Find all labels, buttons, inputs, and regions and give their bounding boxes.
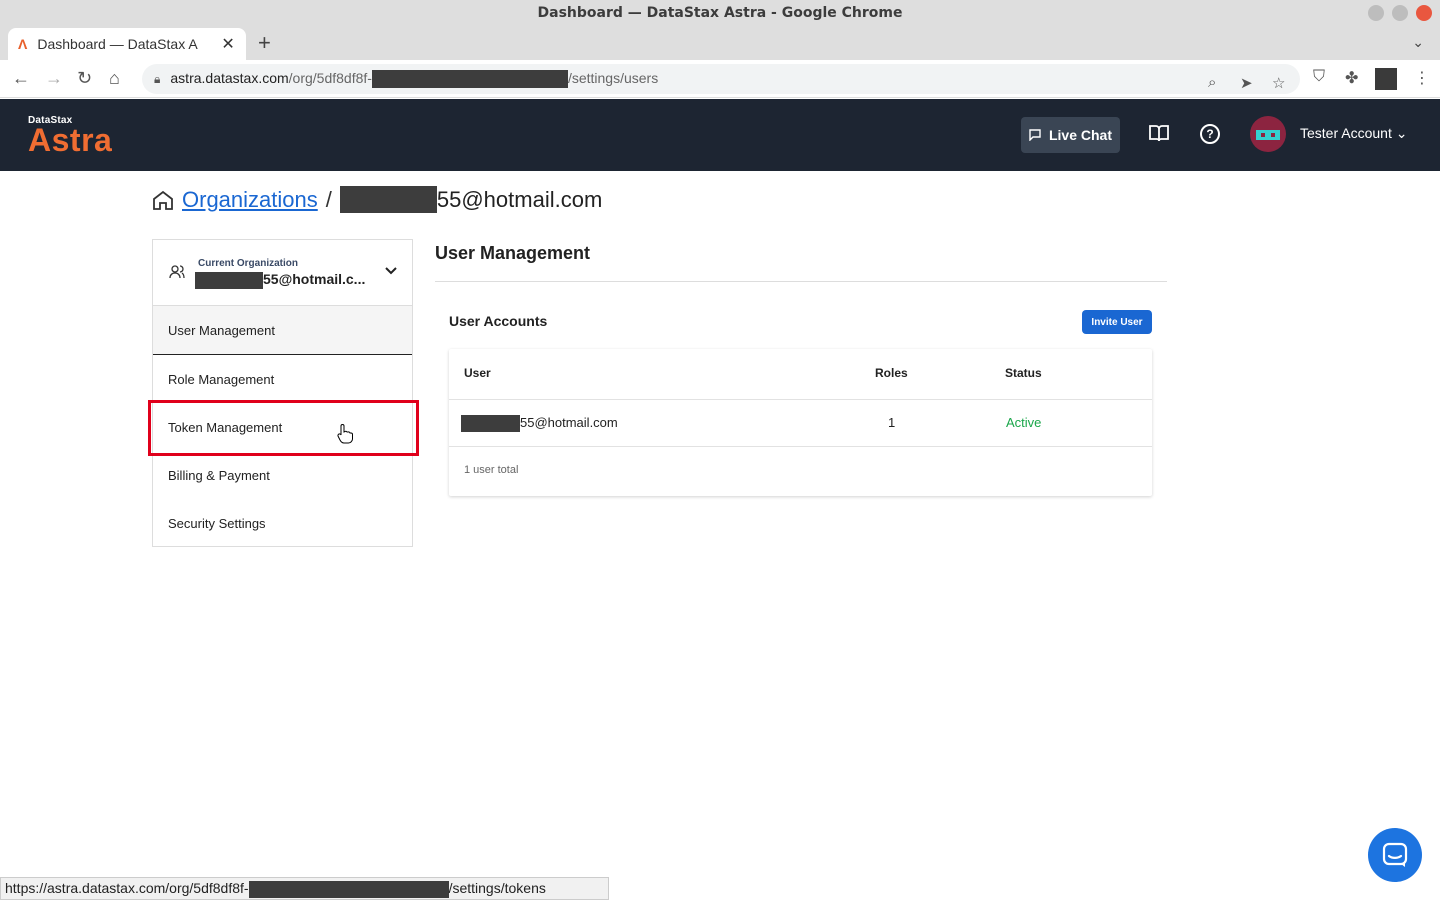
- minimize-button[interactable]: [1368, 5, 1384, 21]
- page-title: User Management: [435, 243, 591, 263]
- home-icon[interactable]: ⌂: [109, 68, 120, 89]
- column-header-roles[interactable]: Roles: [875, 366, 908, 380]
- window-titlebar: Dashboard — DataStax Astra - Google Chro…: [0, 0, 1440, 26]
- column-header-status[interactable]: Status: [1005, 366, 1042, 380]
- lock-icon: 🔒︎: [154, 71, 161, 86]
- tab-close-icon[interactable]: ✕: [221, 34, 234, 54]
- window-title: Dashboard — DataStax Astra - Google Chro…: [537, 5, 903, 21]
- sidebar-item-billing-payment[interactable]: Billing & Payment: [153, 451, 412, 499]
- user-total-count: 1 user total: [464, 464, 519, 476]
- docs-book-icon[interactable]: [1149, 124, 1169, 148]
- zoom-icon[interactable]: ⌕: [1208, 74, 1216, 91]
- app-header: DataStax Astra Live Chat ? Tester Accoun…: [0, 99, 1440, 171]
- astra-logo[interactable]: DataStax Astra: [28, 115, 112, 156]
- users-table: User Roles Status 55@hotmail.com 1 Activ…: [449, 349, 1152, 496]
- sidebar-item-role-management[interactable]: Role Management: [153, 355, 412, 403]
- avatar[interactable]: [1250, 116, 1286, 152]
- puzzle-extensions-icon[interactable]: ✤: [1345, 68, 1358, 88]
- link-preview-statusbar: https://astra.datastax.com/org/5df8df8f-…: [0, 877, 609, 900]
- address-bar: ← → ↻ ⌂ 🔒︎ astra.datastax.com/org/5df8df…: [0, 60, 1440, 98]
- redacted-block: [371, 70, 568, 89]
- live-chat-button[interactable]: Live Chat: [1021, 117, 1120, 153]
- sidebar-item-user-management[interactable]: User Management: [153, 306, 412, 355]
- organizations-link[interactable]: Organizations: [182, 187, 318, 213]
- astra-favicon-icon: Λ: [18, 36, 28, 52]
- org-name: 55@hotmail.c...: [195, 271, 365, 289]
- roles-cell: 1: [888, 415, 896, 430]
- reload-icon[interactable]: ↻: [77, 68, 92, 89]
- breadcrumb-current-org: 55@hotmail.com: [436, 186, 603, 212]
- user-email-cell: 55@hotmail.com: [461, 415, 618, 433]
- chrome-menu-icon[interactable]: ⋮: [1414, 68, 1430, 88]
- send-icon[interactable]: ➤: [1240, 74, 1253, 92]
- settings-sidebar: Current Organization 55@hotmail.c... Use…: [152, 239, 413, 547]
- row-divider: [449, 446, 1152, 447]
- chevron-down-icon[interactable]: [384, 264, 398, 278]
- redacted-block: [339, 186, 437, 213]
- tab-search-chevron-icon[interactable]: ⌄: [1412, 34, 1424, 51]
- org-selector[interactable]: Current Organization 55@hotmail.c...: [153, 240, 412, 306]
- tab-strip: Λ Dashboard — DataStax A ✕ + ⌄: [0, 26, 1440, 60]
- bookmark-star-icon[interactable]: ☆: [1272, 74, 1285, 92]
- back-icon[interactable]: ←: [12, 68, 30, 89]
- chat-icon: [1382, 842, 1408, 867]
- url-text: astra.datastax.com/org/5df8df8f-/setting…: [170, 70, 658, 89]
- org-caption: Current Organization: [198, 258, 299, 269]
- close-window-button[interactable]: [1416, 5, 1432, 21]
- highlight-box: [148, 400, 419, 456]
- tab-title: Dashboard — DataStax A: [37, 36, 198, 52]
- title-divider: [435, 281, 1167, 282]
- account-menu[interactable]: Tester Account ⌄: [1300, 125, 1407, 142]
- help-icon[interactable]: ?: [1200, 124, 1220, 144]
- home-icon[interactable]: [152, 189, 174, 211]
- breadcrumb-separator: /: [325, 186, 332, 212]
- forward-icon[interactable]: →: [45, 68, 63, 89]
- sidebar-item-security-settings[interactable]: Security Settings: [153, 499, 412, 547]
- url-input[interactable]: 🔒︎ astra.datastax.com/org/5df8df8f-/sett…: [142, 64, 1300, 94]
- user-accounts-title: User Accounts: [449, 313, 548, 329]
- status-badge: Active: [1006, 415, 1042, 430]
- chat-bubble-icon: [1029, 129, 1041, 141]
- new-tab-icon[interactable]: +: [258, 30, 271, 56]
- row-divider: [449, 399, 1152, 400]
- invite-user-button[interactable]: Invite User: [1082, 310, 1152, 334]
- column-header-user[interactable]: User: [464, 366, 491, 380]
- breadcrumb: Organizations / 55@hotmail.com: [152, 186, 602, 213]
- hand-cursor-icon: [337, 424, 353, 444]
- browser-tab[interactable]: Λ Dashboard — DataStax A ✕: [8, 28, 246, 60]
- shield-extension-icon[interactable]: ⛉: [1313, 68, 1325, 86]
- intercom-chat-launcher[interactable]: [1368, 828, 1422, 882]
- users-icon: [169, 265, 185, 279]
- profile-extension-icon[interactable]: [1375, 68, 1397, 90]
- maximize-button[interactable]: [1392, 5, 1408, 21]
